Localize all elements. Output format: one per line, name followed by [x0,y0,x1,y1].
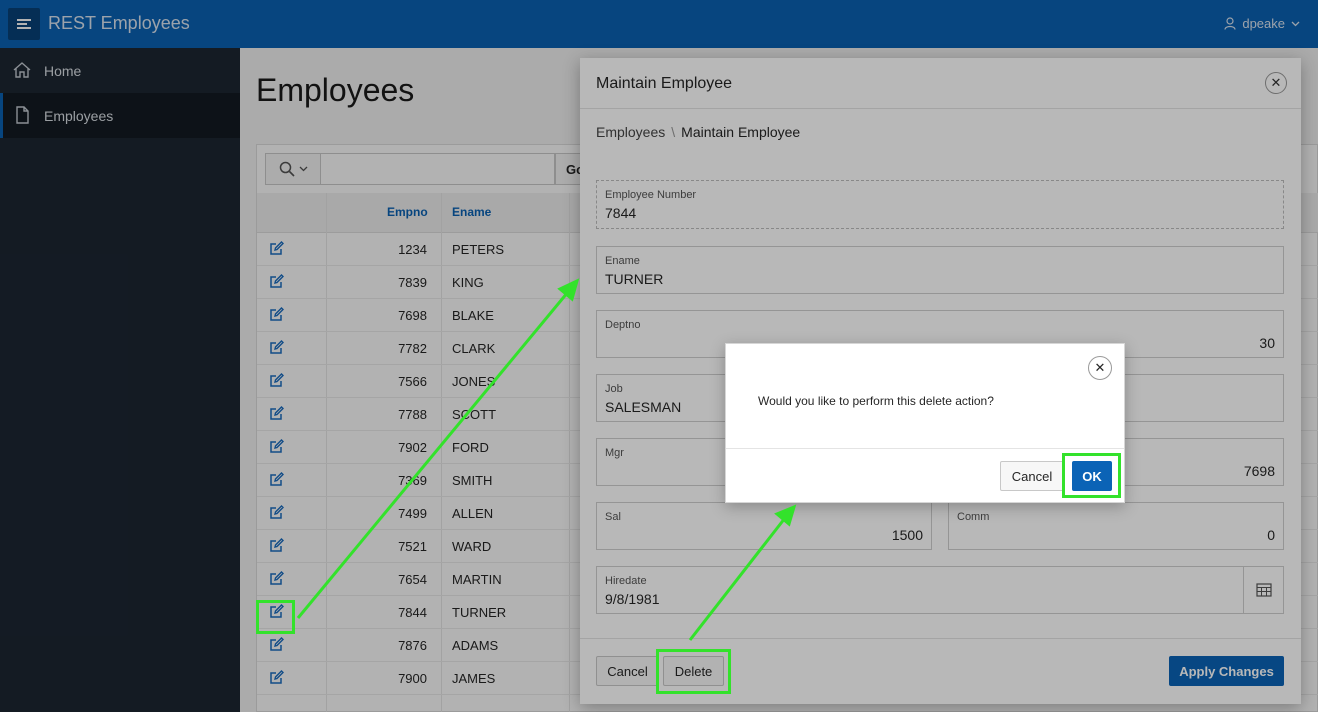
divider [726,448,1124,449]
highlight-ok-button [1062,453,1121,498]
confirm-close-button[interactable]: ✕ [1088,356,1112,380]
highlight-delete-button [656,649,731,694]
close-icon: ✕ [1094,360,1106,375]
highlight-edit-turner [256,600,295,634]
confirm-message: Would you like to perform this delete ac… [758,394,994,408]
confirm-cancel-button[interactable]: Cancel [1000,461,1064,491]
